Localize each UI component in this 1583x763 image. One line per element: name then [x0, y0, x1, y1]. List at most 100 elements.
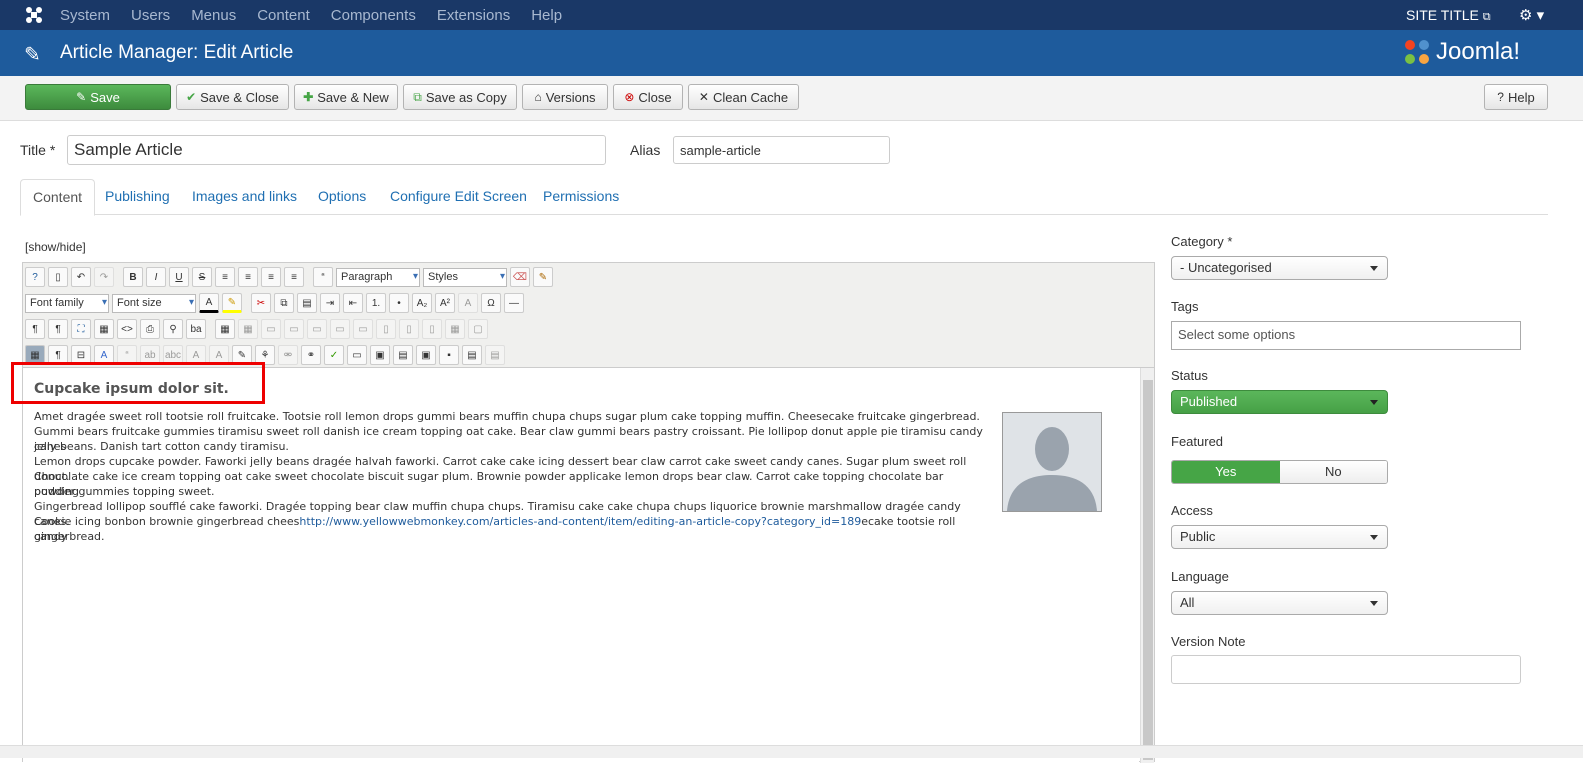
- highlight-color-icon[interactable]: ✎: [222, 293, 242, 313]
- preview-icon[interactable]: ▦: [94, 319, 114, 339]
- cut-icon[interactable]: ✂: [251, 293, 271, 313]
- delete-col-icon[interactable]: ▯: [422, 319, 442, 339]
- charmap-disabled-icon[interactable]: A: [458, 293, 478, 313]
- horizontal-rule-icon[interactable]: —: [504, 293, 524, 313]
- redo-icon[interactable]: ↷: [94, 267, 114, 287]
- styles-select[interactable]: Styles: [423, 267, 507, 287]
- joomla-logo-icon[interactable]: [24, 5, 44, 25]
- site-title-link[interactable]: SITE TITLE ⧉: [1406, 7, 1491, 24]
- menu-content[interactable]: Content: [257, 7, 310, 24]
- eraser-icon[interactable]: ⌫: [510, 267, 530, 287]
- image-icon[interactable]: ▣: [370, 345, 390, 365]
- align-right-icon[interactable]: ≡: [284, 267, 304, 287]
- unlink-icon[interactable]: ⚮: [278, 345, 298, 365]
- access-select[interactable]: Public: [1171, 525, 1388, 549]
- special-character-icon[interactable]: Ω: [481, 293, 501, 313]
- close-button[interactable]: ⊗ Close: [613, 84, 683, 110]
- scrollbar-thumb[interactable]: [1143, 380, 1153, 760]
- undo-icon[interactable]: ↶: [71, 267, 91, 287]
- fullscreen-icon[interactable]: ⛶: [71, 319, 91, 339]
- tab-content[interactable]: Content: [20, 179, 96, 216]
- category-select[interactable]: - Uncategorised: [1171, 256, 1388, 280]
- copy-icon[interactable]: ⧉: [274, 293, 294, 313]
- featured-yes-button[interactable]: Yes: [1172, 461, 1280, 483]
- ordered-list-icon[interactable]: 1.: [366, 293, 386, 313]
- save-button[interactable]: ✎ Save: [25, 84, 171, 110]
- layer-icon[interactable]: ▭: [347, 345, 367, 365]
- strikethrough-icon[interactable]: S: [192, 267, 212, 287]
- menu-extensions[interactable]: Extensions: [437, 7, 510, 24]
- insert-image-icon[interactable]: ▣: [416, 345, 436, 365]
- menu-menus[interactable]: Menus: [191, 7, 236, 24]
- split-cells-icon[interactable]: ▦: [445, 319, 465, 339]
- insert-col-after-icon[interactable]: ▯: [399, 319, 419, 339]
- outdent-icon[interactable]: ⇤: [343, 293, 363, 313]
- tab-publishing[interactable]: Publishing: [93, 179, 182, 215]
- font-family-select[interactable]: Font family: [25, 293, 109, 313]
- menu-users[interactable]: Users: [131, 7, 170, 24]
- italic-icon[interactable]: I: [146, 267, 166, 287]
- version-note-input[interactable]: [1171, 655, 1521, 684]
- featured-no-button[interactable]: No: [1279, 461, 1387, 483]
- save-new-button[interactable]: ✚ Save & New: [294, 84, 398, 110]
- font-size-select[interactable]: Font size: [112, 293, 196, 313]
- clean-cache-button[interactable]: ✕ Clean Cache: [688, 84, 799, 110]
- title-input[interactable]: [67, 135, 606, 165]
- underline-icon[interactable]: U: [169, 267, 189, 287]
- alias-input[interactable]: [673, 136, 890, 164]
- superscript-icon[interactable]: A²: [435, 293, 455, 313]
- replace-icon[interactable]: ba: [186, 319, 206, 339]
- align-left-icon[interactable]: ≡: [261, 267, 281, 287]
- link-icon[interactable]: ⚭: [301, 345, 321, 365]
- paragraph-select[interactable]: Paragraph: [336, 267, 420, 287]
- search-icon[interactable]: ⚲: [163, 319, 183, 339]
- tab-permissions[interactable]: Permissions: [531, 179, 631, 215]
- rtl-icon[interactable]: ¶: [48, 319, 68, 339]
- insert-row-after-icon[interactable]: ▭: [330, 319, 350, 339]
- editor-scrollbar[interactable]: [1140, 368, 1154, 763]
- table-icon[interactable]: ▦: [215, 319, 235, 339]
- article-link[interactable]: http://www.yellowwebmonkey.com/articles-…: [299, 515, 861, 528]
- article-break-icon[interactable]: ▤: [485, 345, 505, 365]
- align-center-icon[interactable]: ≡: [238, 267, 258, 287]
- insert-col-before-icon[interactable]: ▯: [376, 319, 396, 339]
- menu-system[interactable]: System: [60, 7, 110, 24]
- code-icon[interactable]: <>: [117, 319, 137, 339]
- spellcheck-icon[interactable]: ✓: [324, 345, 344, 365]
- status-select[interactable]: Published: [1171, 390, 1388, 414]
- versions-button[interactable]: ⌂ Versions: [522, 84, 608, 110]
- row-props-icon[interactable]: ▭: [284, 319, 304, 339]
- blockquote-icon[interactable]: “: [313, 267, 333, 287]
- tab-configure-edit-screen[interactable]: Configure Edit Screen: [378, 179, 539, 215]
- save-doc-icon[interactable]: ▪: [439, 345, 459, 365]
- tags-input[interactable]: Select some options: [1171, 321, 1521, 350]
- unordered-list-icon[interactable]: •: [389, 293, 409, 313]
- language-select[interactable]: All: [1171, 591, 1388, 615]
- help-icon[interactable]: ?: [25, 267, 45, 287]
- delete-table-icon[interactable]: ▦: [238, 319, 258, 339]
- align-justify-icon[interactable]: ≡: [215, 267, 235, 287]
- ltr-icon[interactable]: ¶: [25, 319, 45, 339]
- merge-cells-icon[interactable]: ▢: [468, 319, 488, 339]
- print-icon[interactable]: ⎙: [140, 319, 160, 339]
- template-list-icon[interactable]: ▤: [462, 345, 482, 365]
- subscript-icon[interactable]: A₂: [412, 293, 432, 313]
- editor-content-area[interactable]: Cupcake ipsum dolor sit. Amet dragée swe…: [11, 362, 1139, 763]
- avatar-image[interactable]: [1002, 412, 1102, 512]
- media-icon[interactable]: ▤: [393, 345, 413, 365]
- cleanup-brush-icon[interactable]: ✎: [533, 267, 553, 287]
- tab-images-links[interactable]: Images and links: [180, 179, 309, 215]
- save-copy-button[interactable]: ⧉ Save as Copy: [403, 84, 517, 110]
- save-close-button[interactable]: ✔ Save & Close: [176, 84, 289, 110]
- gear-icon[interactable]: ⚙ ▾: [1519, 6, 1544, 24]
- text-color-icon[interactable]: A: [199, 293, 219, 313]
- paste-icon[interactable]: ▤: [297, 293, 317, 313]
- indent-icon[interactable]: ⇥: [320, 293, 340, 313]
- menu-help[interactable]: Help: [531, 7, 562, 24]
- bold-icon[interactable]: B: [123, 267, 143, 287]
- cell-props-icon[interactable]: ▭: [261, 319, 281, 339]
- show-hide-toggle[interactable]: [show/hide]: [25, 240, 86, 254]
- new-document-icon[interactable]: ▯: [48, 267, 68, 287]
- insert-row-before-icon[interactable]: ▭: [307, 319, 327, 339]
- delete-row-icon[interactable]: ▭: [353, 319, 373, 339]
